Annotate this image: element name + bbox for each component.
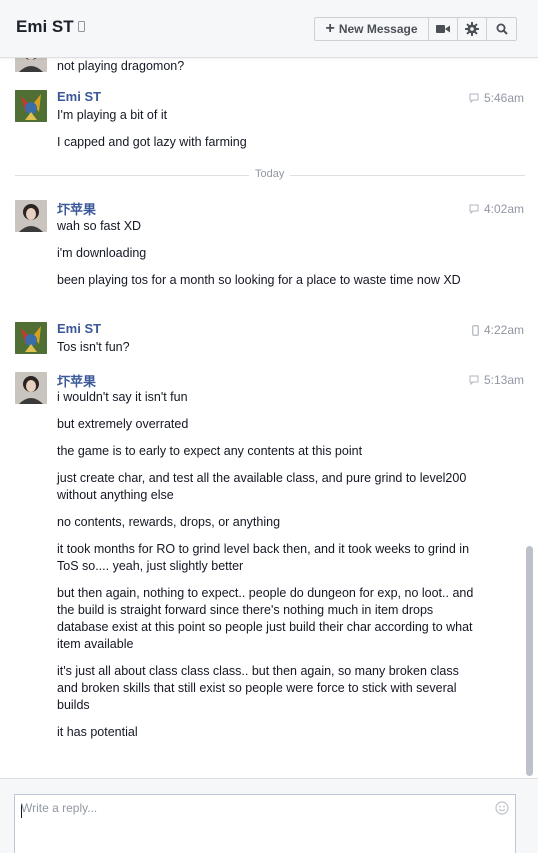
message-meta: 5:13am xyxy=(469,373,524,387)
message-text: no contents, rewards, drops, or anything xyxy=(57,515,281,529)
message-text: but then again, nothing to expect.. peop… xyxy=(57,586,474,651)
message-text: I capped and got lazy with farming xyxy=(57,135,247,149)
mobile-icon xyxy=(78,21,85,32)
chat-icon xyxy=(469,93,479,103)
settings-button[interactable] xyxy=(458,18,487,40)
sender-name[interactable]: Emi ST xyxy=(57,321,101,336)
avatar[interactable] xyxy=(15,200,47,232)
message-thread[interactable]: not playing dragomon? Emi ST 5:46am I'm … xyxy=(0,58,538,778)
conversation-header: Emi ST + New Message xyxy=(0,0,538,58)
mobile-icon xyxy=(472,324,479,336)
avatar[interactable] xyxy=(15,322,47,354)
message-text: the game is to early to expect any conte… xyxy=(57,444,363,458)
message-meta: 4:22am xyxy=(472,323,524,337)
message-text: i wouldn't say it isn't fun xyxy=(57,390,188,404)
conversation-title[interactable]: Emi ST xyxy=(16,17,74,37)
video-call-button[interactable] xyxy=(429,18,458,40)
video-camera-icon xyxy=(436,25,450,33)
gear-icon xyxy=(465,22,479,36)
plus-icon: + xyxy=(325,20,335,37)
emoji-icon[interactable] xyxy=(495,801,509,815)
search-button[interactable] xyxy=(487,18,516,40)
message-meta: 4:02am xyxy=(469,202,524,216)
message-text: but extremely overrated xyxy=(57,417,189,431)
message-time: 4:22am xyxy=(483,323,524,337)
message-text: it's just all about class class class.. … xyxy=(57,664,459,712)
chat-icon xyxy=(469,204,479,214)
day-divider-label: Today xyxy=(249,168,291,180)
message-text: I'm playing a bit of it xyxy=(57,108,168,122)
message-text: not playing dragomon? xyxy=(57,59,185,73)
message-text: been playing tos for a month so looking … xyxy=(57,273,461,287)
message-time: 5:13am xyxy=(483,373,524,387)
chat-icon xyxy=(469,375,479,385)
message-text: wah so fast XD xyxy=(57,219,142,233)
message-text: Tos isn't fun? xyxy=(57,340,130,354)
reply-composer xyxy=(0,778,538,853)
new-message-label: New Message xyxy=(338,22,418,36)
message-time: 4:02am xyxy=(483,202,524,216)
sender-name[interactable]: Emi ST xyxy=(57,89,101,104)
new-message-button[interactable]: + New Message xyxy=(315,18,429,40)
message-time: 5:46am xyxy=(483,91,524,105)
sender-name[interactable]: 圷苹果 xyxy=(57,371,96,390)
search-icon xyxy=(496,23,508,35)
avatar[interactable] xyxy=(15,58,47,72)
reply-input[interactable] xyxy=(21,801,481,815)
header-toolbar: + New Message xyxy=(314,17,517,41)
avatar[interactable] xyxy=(15,90,47,122)
message-text: it took months for RO to grind level bac… xyxy=(57,542,470,573)
message-text: just create char, and test all the avail… xyxy=(57,471,467,502)
message-text: it has potential xyxy=(57,725,138,739)
thread-scrollbar[interactable] xyxy=(526,546,533,776)
avatar[interactable] xyxy=(15,372,47,404)
reply-box[interactable] xyxy=(14,794,516,853)
message-meta: 5:46am xyxy=(469,91,524,105)
message-text: i'm downloading xyxy=(57,246,147,260)
sender-name[interactable]: 圷苹果 xyxy=(57,199,96,218)
